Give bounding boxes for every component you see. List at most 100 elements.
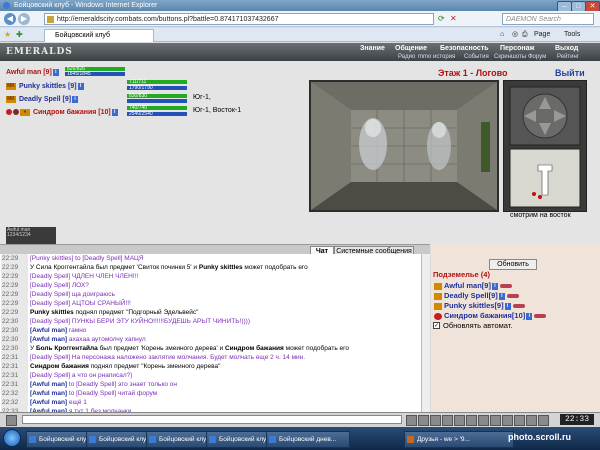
info-icon[interactable]: i (526, 312, 533, 320)
info-icon[interactable]: i (504, 302, 511, 310)
chat-timestamp[interactable]: 22:30 (1, 335, 28, 344)
party-member[interactable]: Punky skittles[9] i (434, 301, 525, 311)
chat-timestamp[interactable]: 22:32 (1, 389, 28, 398)
menu-exit[interactable]: Выход (555, 45, 578, 53)
clear-icon[interactable] (418, 415, 429, 426)
info-icon[interactable]: i (491, 282, 498, 290)
chat-timestamp[interactable]: 22:30 (1, 344, 28, 353)
chat-nick[interactable]: Punky skittles (199, 264, 243, 271)
player-row[interactable]: Awful man [9] i (6, 68, 59, 78)
chat-nick[interactable]: [Awful man] (30, 399, 67, 406)
chat-timestamp[interactable]: 22:31 (1, 362, 28, 371)
info-icon[interactable]: i (111, 108, 118, 116)
player-row[interactable]: MK Punky skittles [9] i (6, 82, 84, 92)
chat-nick[interactable]: Punky skittles (30, 309, 74, 316)
chat-timestamp[interactable]: 22:29 (1, 308, 28, 317)
player-name[interactable]: Синдром бажания (33, 109, 96, 116)
chat-message: 22:31 [Deadly Spell] На персонажа наложен… (0, 353, 429, 362)
chat-timestamp[interactable]: 22:30 (1, 317, 28, 326)
player-row[interactable]: MK Deadly Spell [9] i (6, 95, 79, 105)
url-field[interactable]: http://emeraldscity.combats.com/buttons.… (44, 13, 434, 25)
player-name[interactable]: Punky skittles (19, 83, 66, 90)
tab-active[interactable]: Бойцовский клуб (44, 29, 154, 42)
party-member[interactable]: Deadly Spell[9] i (434, 291, 519, 301)
chat-nick[interactable]: [Awful man] (30, 336, 67, 343)
submenu-events[interactable]: События (464, 53, 489, 61)
send-icon[interactable] (406, 415, 417, 426)
exit-icon[interactable] (538, 415, 549, 426)
taskbar-item[interactable]: Друзья - we > '9... (404, 431, 514, 448)
info-icon[interactable]: i (498, 292, 505, 300)
player-row[interactable]: ♦ Синдром бажания [10] i (6, 108, 118, 118)
translit-icon[interactable] (490, 415, 501, 426)
settings-icon[interactable] (442, 415, 453, 426)
player-name[interactable]: Awful man (6, 69, 41, 76)
menu-security[interactable]: Безопасность (440, 45, 489, 53)
party-member[interactable]: Синдром бажания[10] i (434, 311, 547, 321)
chat-timestamp[interactable]: 22:32 (1, 398, 28, 407)
smile-icon[interactable] (6, 415, 17, 426)
add-favorite-icon[interactable]: ✚ (16, 30, 23, 39)
home-icon[interactable]: ⌂ (500, 29, 504, 41)
menu-knowledge[interactable]: Знание (360, 45, 385, 53)
help-icon[interactable] (466, 415, 477, 426)
info-icon[interactable]: i (52, 68, 59, 76)
chat-timestamp[interactable]: 22:30 (1, 326, 28, 335)
chat-nick[interactable]: Синдром бажания (30, 363, 89, 370)
exit-link[interactable]: Выйти (555, 68, 585, 78)
chat-message: 22:30 [Awful man] гамно (0, 326, 429, 335)
refresh-icon[interactable]: ⟳ (438, 14, 445, 23)
tools-menu[interactable]: Tools (564, 29, 580, 41)
menu-communication[interactable]: Общение (395, 45, 427, 53)
stop-icon[interactable]: ✕ (450, 14, 457, 23)
chat-message: 22:30 [Awful man] ахахаа аутомолчу хапнул (0, 335, 429, 344)
party-member[interactable]: Awful man[9] i (434, 281, 512, 291)
feeds-icon[interactable]: ◎ (512, 29, 518, 41)
chat-log[interactable]: 22:29 [Punky skittles] to [Deadly Spell] … (0, 254, 430, 412)
favorites-star-icon[interactable]: ★ (4, 30, 11, 39)
chat-scrollbar[interactable] (421, 254, 430, 412)
print-icon[interactable]: ⎙ (522, 29, 528, 41)
submenu-radio[interactable]: Радио (398, 53, 415, 61)
forward-button[interactable]: ▶ (18, 13, 30, 25)
chat-timestamp[interactable]: 22:29 (1, 290, 28, 299)
chat-timestamp[interactable]: 22:29 (1, 263, 28, 272)
log-icon[interactable] (502, 415, 513, 426)
chat-timestamp[interactable]: 22:29 (1, 254, 28, 263)
info-icon[interactable]: i (77, 82, 84, 90)
chat-nick[interactable]: Синдром бажания (225, 345, 284, 352)
chat-input[interactable] (22, 415, 402, 424)
chat-timestamp[interactable]: 22:31 (1, 371, 28, 380)
map-icon[interactable] (526, 415, 537, 426)
chat-nick[interactable]: [Awful man] (30, 381, 67, 388)
chat-nick[interactable]: [Awful man] (30, 327, 67, 334)
page-menu[interactable]: Page (534, 29, 550, 41)
dungeon-minimap[interactable] (503, 80, 587, 212)
chat-timestamp[interactable]: 22:29 (1, 281, 28, 290)
player-name[interactable]: Deadly Spell (19, 96, 61, 103)
filter-icon[interactable] (430, 415, 441, 426)
chat-nick[interactable]: [Awful man] (30, 390, 67, 397)
dungeon-view[interactable] (309, 80, 499, 212)
chat-nick[interactable]: Боль Кроггентайла (36, 345, 98, 352)
chat-timestamp[interactable]: 22:29 (1, 272, 28, 281)
menu-character[interactable]: Персонаж (500, 45, 534, 53)
smileys-icon[interactable] (478, 415, 489, 426)
submenu-history[interactable]: mmo история (418, 53, 455, 61)
chat-timestamp[interactable]: 22:29 (1, 299, 28, 308)
start-button[interactable] (3, 429, 21, 447)
submenu-screenshots[interactable]: Скриншоты (494, 53, 526, 61)
auto-update-label: Обновлять автомат. (443, 321, 513, 330)
submenu-forum[interactable]: Форум (528, 53, 546, 61)
refresh-button[interactable]: Обновить (489, 259, 537, 270)
sound-icon[interactable] (454, 415, 465, 426)
chat-timestamp[interactable]: 22:31 (1, 353, 28, 362)
taskbar-item[interactable]: Бойцовский днев... (266, 431, 350, 448)
auto-update-checkbox[interactable]: ✓ (433, 322, 440, 329)
search-input[interactable]: DAEMON Search (502, 13, 594, 25)
info-icon[interactable]: i (72, 95, 79, 103)
back-button[interactable]: ◀ (4, 13, 16, 25)
chat-timestamp[interactable]: 22:31 (1, 380, 28, 389)
contacts-icon[interactable] (514, 415, 525, 426)
submenu-rating[interactable]: Рейтинг (557, 53, 579, 61)
